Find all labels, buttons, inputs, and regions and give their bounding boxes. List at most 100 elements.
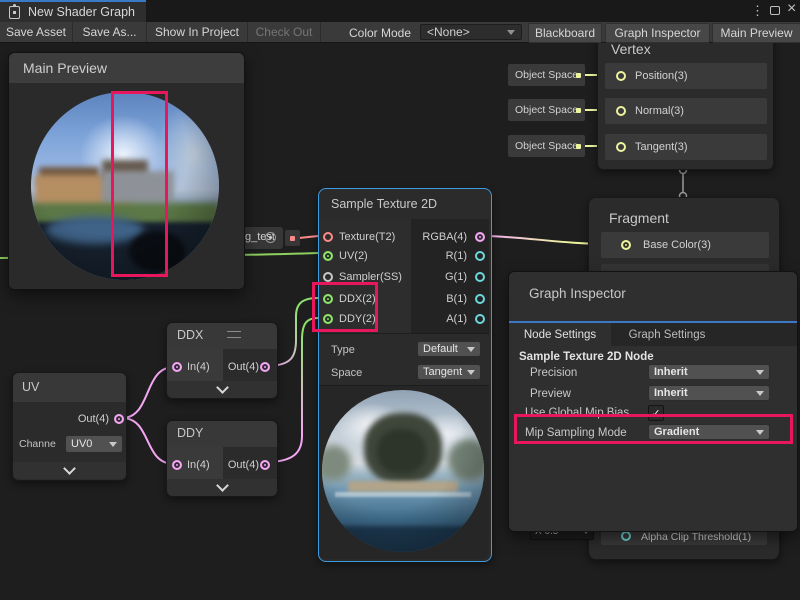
vertex-slot-position: Position(3)	[605, 63, 767, 89]
color-mode-dropdown[interactable]: <None>	[420, 24, 522, 40]
b-out-port[interactable]	[475, 294, 485, 304]
ddy-node[interactable]: DDY In(4) Out(4)	[166, 420, 278, 497]
save-asset-button[interactable]: Save Asset	[0, 22, 73, 42]
position-port[interactable]	[616, 71, 626, 81]
fragment-slot-label: Base Color(3)	[643, 239, 711, 251]
object-space-chip-1[interactable]: Object Space	[508, 64, 585, 86]
chevron-down-icon	[756, 430, 764, 435]
shader-graph-window: Vertex Position(3) Normal(3) Tangent(3) …	[0, 0, 800, 600]
ddy-in-port[interactable]	[323, 314, 333, 324]
close-icon[interactable]: ×	[787, 0, 796, 18]
ddy-in-label: In(4)	[187, 459, 210, 471]
uv-out-port[interactable]	[114, 414, 124, 424]
button-label: Show In Project	[155, 25, 239, 39]
tab-label: Graph Settings	[629, 329, 706, 341]
tab-graph-settings[interactable]: Graph Settings	[611, 323, 723, 346]
sampler-in-port[interactable]	[323, 272, 333, 282]
save-as-button[interactable]: Save As...	[73, 22, 147, 42]
check-icon: ✓	[651, 407, 660, 420]
uv-in-port[interactable]	[323, 251, 333, 261]
check-out-button[interactable]: Check Out	[248, 22, 321, 42]
button-label: Blackboard	[535, 26, 595, 40]
tab-node-settings[interactable]: Node Settings	[509, 323, 611, 346]
ddx-out-port[interactable]	[260, 362, 270, 372]
vertex-slot-tangent: Tangent(3)	[605, 134, 767, 160]
show-in-project-button[interactable]: Show In Project	[147, 22, 248, 42]
fragment-slot-label: Alpha Clip Threshold(1)	[641, 531, 751, 543]
main-preview-title: Main Preview	[23, 60, 107, 76]
object-space-chip-2[interactable]: Object Space	[508, 99, 585, 121]
ddx-collapse-button[interactable]	[167, 381, 277, 398]
preview-dropdown[interactable]: Inherit	[648, 385, 770, 401]
chevron-down-icon	[756, 391, 764, 396]
ddy-out-label: Out(4)	[223, 459, 259, 471]
chevron-down-icon	[109, 442, 117, 447]
base-color-port[interactable]	[621, 240, 631, 250]
kebab-menu-icon[interactable]: ⋮	[751, 3, 764, 19]
ddy-in-label: DDY(2)	[339, 313, 376, 325]
normal-port[interactable]	[616, 106, 626, 116]
rgba-out-port[interactable]	[475, 232, 485, 242]
graph-inspector-title: Graph Inspector	[529, 286, 626, 301]
r-out-label: R(1)	[411, 250, 467, 262]
main-preview-button[interactable]: Main Preview	[712, 23, 800, 43]
object-space-chip-3[interactable]: Object Space	[508, 135, 585, 157]
type-label: Type	[331, 344, 355, 356]
graph-inspector-button[interactable]: Graph Inspector	[605, 23, 710, 43]
space-label: Space	[331, 367, 362, 379]
uv-channel-dropdown[interactable]: UV0	[65, 435, 123, 453]
preview-toggle-icon[interactable]	[265, 232, 276, 243]
toolbar: Save Asset Save As... Show In Project Ch…	[0, 22, 800, 43]
type-dropdown[interactable]: Default	[417, 341, 481, 357]
alpha-clip-port[interactable]	[621, 531, 631, 541]
uv-in-label: UV(2)	[339, 250, 368, 262]
sample-node-title: Sample Texture 2D	[331, 197, 437, 211]
object-space-dot	[576, 108, 581, 113]
uv-collapse-button[interactable]	[13, 462, 126, 479]
sample-node-preview[interactable]	[319, 386, 489, 559]
button-label: Main Preview	[720, 26, 792, 40]
graph-inspector-panel[interactable]: Graph Inspector Node Settings Graph Sett…	[508, 271, 798, 532]
precision-dropdown[interactable]: Inherit	[648, 364, 770, 380]
main-preview-sphere[interactable]	[31, 92, 219, 280]
mip-bias-label: Use Global Mip Bias	[525, 407, 629, 419]
maximize-icon[interactable]	[770, 6, 780, 15]
type-value: Default	[423, 343, 458, 355]
resize-grip[interactable]	[227, 331, 241, 338]
gtest-output-port[interactable]	[290, 236, 295, 241]
shader-graph-tab[interactable]: New Shader Graph	[0, 0, 146, 22]
button-label: Check Out	[256, 25, 313, 39]
texture-in-port[interactable]	[323, 232, 333, 242]
fragment-node-title: Fragment	[609, 210, 669, 226]
mip-bias-checkbox[interactable]: ✓	[648, 405, 664, 421]
a-out-port[interactable]	[475, 314, 485, 324]
sample-texture-2d-node[interactable]: Sample Texture 2D Texture(T2) UV(2) Samp…	[318, 188, 492, 562]
blackboard-button[interactable]: Blackboard	[528, 23, 602, 43]
chevron-down-icon	[756, 370, 764, 375]
color-mode-value: <None>	[427, 25, 470, 39]
tangent-port[interactable]	[616, 142, 626, 152]
main-preview-panel[interactable]: Main Preview	[8, 52, 245, 290]
vertex-node[interactable]: Vertex Position(3) Normal(3) Tangent(3)	[597, 36, 774, 170]
ddy-out-port[interactable]	[260, 460, 270, 470]
g-out-port[interactable]	[475, 272, 485, 282]
object-space-label: Object Space	[515, 104, 578, 116]
r-out-port[interactable]	[475, 251, 485, 261]
wire-gtest-texture[interactable]	[299, 236, 318, 238]
ddx-in-port[interactable]	[323, 294, 333, 304]
b-out-label: B(1)	[411, 293, 467, 305]
ddx-node[interactable]: DDX In(4) Out(4)	[166, 322, 278, 399]
tab-title: New Shader Graph	[28, 5, 135, 19]
uv-out-label: Out(4)	[53, 413, 109, 425]
space-dropdown[interactable]: Tangent	[417, 364, 481, 380]
precision-label: Precision	[530, 367, 577, 379]
ddy-collapse-button[interactable]	[167, 479, 277, 496]
shader-graph-icon	[9, 6, 20, 19]
ddy-in-port[interactable]	[172, 460, 182, 470]
mip-mode-dropdown[interactable]: Gradient	[648, 424, 770, 440]
mip-mode-label: Mip Sampling Mode	[525, 427, 627, 439]
tab-label: Node Settings	[524, 329, 596, 341]
object-space-label: Object Space	[515, 140, 578, 152]
uv-node[interactable]: UV Out(4) Channe UV0	[12, 372, 127, 481]
ddx-in-port[interactable]	[172, 362, 182, 372]
